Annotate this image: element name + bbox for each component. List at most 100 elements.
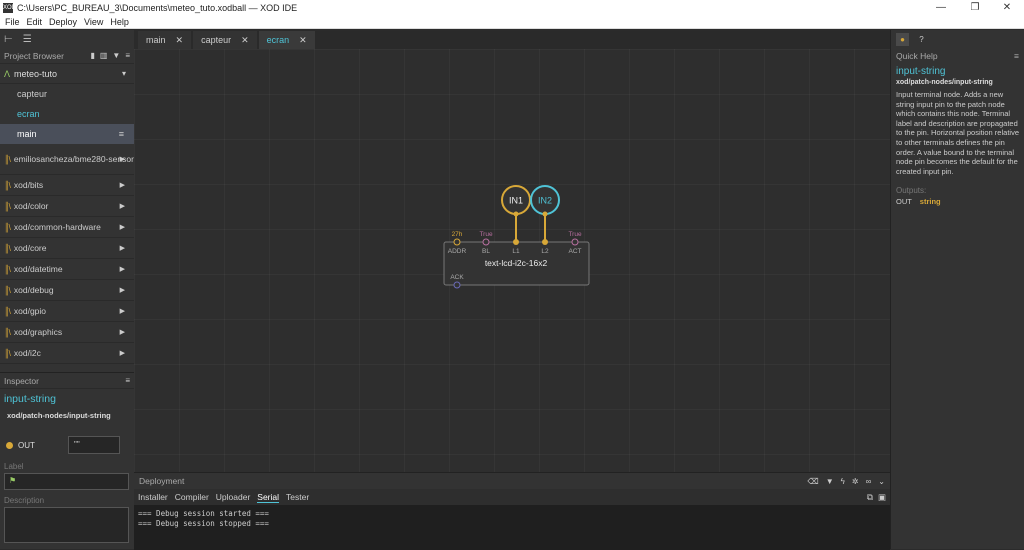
library-icon: ║\ [4, 306, 11, 316]
patch-item-ecran[interactable]: ecran [0, 104, 134, 124]
menu-icon[interactable]: ≡ [1014, 51, 1019, 61]
save-icon[interactable]: ▣ [878, 492, 886, 503]
pin-l2[interactable] [542, 239, 548, 245]
patch-canvas[interactable]: IN1 IN2 text-lcd-i2c-16x2 27h ADDR True … [134, 49, 890, 472]
filter-icon[interactable]: ▼ [112, 51, 120, 60]
settings-sliders-icon[interactable]: ☰ [23, 34, 32, 45]
close-tab-icon[interactable]: ✕ [176, 35, 184, 46]
library-icon: ║\ [4, 243, 11, 253]
chevron-right-icon[interactable]: ▶ [120, 265, 125, 273]
menu-help[interactable]: Help [110, 17, 129, 27]
chevron-right-icon[interactable]: ▶ [120, 223, 125, 231]
chevron-down-icon[interactable]: ⌄ [878, 477, 885, 486]
library-icon: ║\ [4, 154, 11, 164]
help-icon[interactable]: ? [915, 33, 928, 46]
library-item-i2c[interactable]: ║\ xod/i2c ▶ [0, 343, 134, 364]
pin-l1[interactable] [513, 239, 519, 245]
terminal-in2-pin[interactable] [542, 211, 548, 217]
chevron-right-icon[interactable]: ▶ [120, 155, 125, 163]
project-root[interactable]: Λ meteo-tuto ▾ [0, 64, 134, 84]
tab-compiler[interactable]: Compiler [175, 492, 209, 502]
library-item-bits[interactable]: ║\ xod/bits ▶ [0, 175, 134, 196]
patch-item-capteur[interactable]: capteur [0, 84, 134, 104]
description-input[interactable] [4, 507, 129, 543]
chevron-right-icon[interactable]: ▶ [120, 349, 125, 357]
quick-help-header: Quick Help ≡ [891, 48, 1024, 63]
menu-deploy[interactable]: Deploy [49, 17, 77, 27]
library-item-core[interactable]: ║\ xod/core ▶ [0, 238, 134, 259]
tab-installer[interactable]: Installer [138, 492, 168, 502]
pin-act[interactable] [571, 238, 579, 246]
filter-icon[interactable]: ▼ [826, 477, 834, 486]
quick-help-node-title: input-string [896, 66, 946, 77]
serial-console[interactable]: === Debug session started === === Debug … [134, 505, 890, 550]
chevron-right-icon[interactable]: ▶ [120, 328, 125, 336]
deployment-header: Deployment ⌫ ▼ ϟ ✲ ∞ ⌄ [134, 473, 890, 489]
chevron-down-icon[interactable]: ▾ [122, 69, 126, 78]
chevron-right-icon[interactable]: ▶ [120, 286, 125, 294]
tab-label: ecran [266, 35, 290, 45]
close-tab-icon[interactable]: ✕ [241, 35, 249, 46]
chevron-right-icon[interactable]: ▶ [120, 307, 125, 315]
tab-capteur[interactable]: capteur ✕ [193, 31, 257, 49]
library-label: emiliosancheza/bme280-sensor [13, 154, 134, 164]
patch-menu-icon[interactable]: ≡ [119, 129, 124, 139]
copy-icon[interactable]: ⧉ [867, 492, 873, 503]
chevron-right-icon[interactable]: ▶ [120, 244, 125, 252]
pin-label: OUT [18, 440, 35, 450]
library-item-datetime[interactable]: ║\ xod/datetime ▶ [0, 259, 134, 280]
library-item-bme280[interactable]: ║\ emiliosancheza/bme280-sensor ▶ [0, 144, 134, 175]
patch-label: main [17, 129, 37, 139]
menu-edit[interactable]: Edit [27, 17, 43, 27]
add-library-icon[interactable]: ▥ [100, 51, 108, 60]
bug-icon[interactable]: ✲ [852, 477, 859, 486]
menu-file[interactable]: File [5, 17, 20, 27]
menu-icon[interactable]: ≡ [125, 51, 130, 60]
terminal-in1-pin[interactable] [513, 211, 519, 217]
library-label: xod/graphics [13, 327, 63, 337]
library-item-graphics[interactable]: ║\ xod/graphics ▶ [0, 322, 134, 343]
terminal-in1[interactable]: IN1 [501, 185, 531, 217]
tab-main[interactable]: main ✕ [138, 31, 192, 49]
quick-help-description: Input terminal node. Adds a new string i… [896, 90, 1019, 176]
tab-ecran[interactable]: ecran ✕ [258, 31, 315, 49]
new-patch-icon[interactable]: ▮ [90, 51, 94, 60]
tab-tester[interactable]: Tester [286, 492, 309, 502]
tab-uploader[interactable]: Uploader [216, 492, 251, 502]
pin-bl[interactable] [482, 238, 490, 246]
terminal-in2[interactable]: IN2 [530, 185, 560, 217]
patch-item-main[interactable]: main ≡ [0, 124, 134, 144]
maximize-icon[interactable]: ❐ [958, 0, 992, 16]
library-item-color[interactable]: ║\ xod/color ▶ [0, 196, 134, 217]
chevron-right-icon[interactable]: ▶ [120, 181, 125, 189]
eraser-icon[interactable]: ⌫ [807, 477, 818, 486]
library-label: xod/gpio [13, 306, 47, 316]
library-item-debug[interactable]: ║\ xod/debug ▶ [0, 280, 134, 301]
library-item-common-hardware[interactable]: ║\ xod/common-hardware ▶ [0, 217, 134, 238]
chevron-right-icon[interactable]: ▶ [120, 202, 125, 210]
project-icon: Λ [4, 68, 11, 79]
right-panel-toolbar: ● ? [891, 30, 1024, 48]
link-icon[interactable]: ∞ [866, 477, 872, 486]
quick-help-outputs-label: Outputs: [896, 186, 927, 196]
close-icon[interactable]: ✕ [990, 0, 1024, 16]
minimize-icon[interactable]: — [924, 0, 958, 16]
node-title: text-lcd-i2c-16x2 [485, 258, 548, 268]
project-tree-icon[interactable]: ⊢ [4, 34, 13, 45]
pin-bl-value: True [479, 231, 493, 238]
xod-app-icon: XOD [3, 3, 17, 13]
close-tab-icon[interactable]: ✕ [299, 35, 307, 46]
label-input[interactable]: ⚑ [4, 473, 129, 490]
menu-view[interactable]: View [84, 17, 103, 27]
pin-value-input[interactable]: "" [68, 436, 120, 454]
pin-ack[interactable] [453, 281, 461, 289]
pin-l2-label: L2 [541, 248, 549, 255]
tab-serial[interactable]: Serial [257, 492, 280, 503]
lightning-icon[interactable]: ϟ [841, 477, 845, 486]
library-item-gpio[interactable]: ║\ xod/gpio ▶ [0, 301, 134, 322]
node-text-lcd-i2c-16x2[interactable]: text-lcd-i2c-16x2 27h ADDR True BL L1 L2… [443, 231, 590, 289]
menu-icon[interactable]: ≡ [125, 376, 130, 385]
user-icon[interactable]: ● [896, 32, 909, 46]
pin-addr[interactable] [453, 238, 461, 246]
left-toolbar: ⊢ ☰ [0, 30, 134, 48]
